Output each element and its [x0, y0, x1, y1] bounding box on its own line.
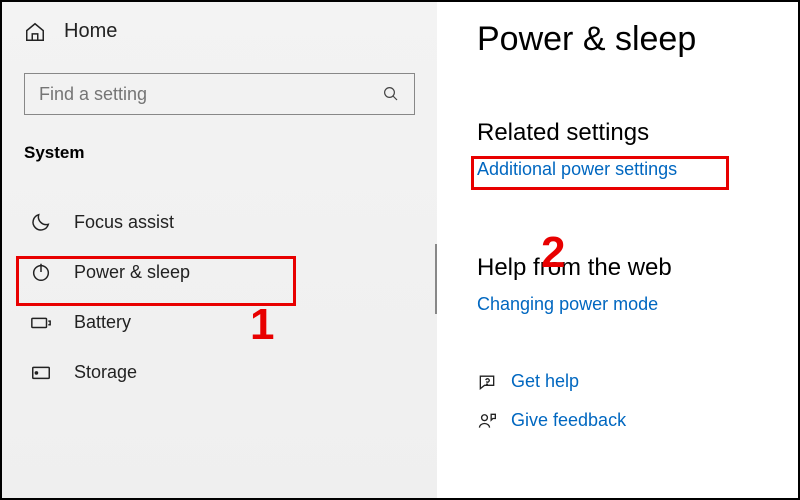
- battery-icon: [30, 311, 52, 333]
- sidebar-item-battery[interactable]: Battery: [24, 297, 415, 347]
- content-pane: Power & sleep Related settings Additiona…: [437, 2, 798, 498]
- feedback-icon: [477, 411, 497, 431]
- link-label: Changing power mode: [477, 294, 658, 315]
- page-title: Power & sleep: [477, 20, 778, 59]
- search-input[interactable]: [39, 84, 382, 105]
- sidebar-item-label: Storage: [74, 362, 137, 383]
- sidebar-item-storage[interactable]: Storage: [24, 347, 415, 397]
- link-label: Additional power settings: [477, 159, 677, 180]
- link-label: Get help: [511, 371, 579, 392]
- help-chat-icon: [477, 372, 497, 392]
- link-give-feedback[interactable]: Give feedback: [477, 410, 778, 431]
- home-icon: [24, 21, 46, 43]
- sidebar: Home System Focus assist Power & sleep: [2, 2, 437, 498]
- sidebar-item-label: Power & sleep: [74, 262, 190, 283]
- search-icon: [382, 85, 400, 103]
- storage-icon: [30, 361, 52, 383]
- sidebar-item-power-sleep[interactable]: Power & sleep: [24, 247, 415, 297]
- power-icon: [30, 261, 52, 283]
- help-from-web-heading: Help from the web: [477, 254, 778, 282]
- search-input-wrapper[interactable]: [24, 73, 415, 115]
- sidebar-item-label: Focus assist: [74, 212, 174, 233]
- link-label: Give feedback: [511, 410, 626, 431]
- related-settings-heading: Related settings: [477, 119, 778, 147]
- home-label: Home: [64, 20, 117, 43]
- sidebar-item-home[interactable]: Home: [24, 20, 415, 43]
- sidebar-item-focus-assist[interactable]: Focus assist: [24, 197, 415, 247]
- sidebar-item-label: Battery: [74, 312, 131, 333]
- sidebar-section-label: System: [24, 143, 415, 163]
- link-changing-power-mode[interactable]: Changing power mode: [477, 294, 778, 315]
- app-layout: Home System Focus assist Power & sleep: [2, 2, 798, 498]
- link-additional-power-settings[interactable]: Additional power settings: [477, 159, 778, 180]
- moon-icon: [30, 211, 52, 233]
- link-get-help[interactable]: Get help: [477, 371, 778, 392]
